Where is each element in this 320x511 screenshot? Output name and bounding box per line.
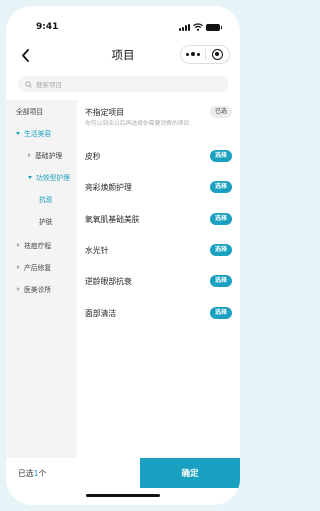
list-item[interactable]: 亮彩焕颜护理 选择 — [85, 179, 232, 195]
project-list: 不指定项目 已选 你可以到店以后再选择你需要消费的项目 皮秒 选择 亮彩焕颜护理… — [77, 100, 240, 458]
item-name: 逆龄眼部抗衰 — [85, 276, 132, 286]
select-button[interactable]: 选择 — [209, 275, 232, 287]
search-input[interactable]: 搜索项目 — [18, 76, 228, 92]
selected-suffix: 个 — [38, 469, 47, 478]
caret-right-icon — [28, 153, 31, 157]
selected-badge[interactable]: 已选 — [209, 106, 232, 118]
list-item[interactable]: 逆龄眼部抗衰 选择 — [85, 273, 232, 289]
sidebar-item-all[interactable]: 全部项目 — [6, 103, 77, 119]
wifi-icon — [193, 23, 203, 31]
item-name: 不指定项目 — [85, 107, 124, 117]
status-time: 9:41 — [36, 22, 59, 32]
target-icon — [211, 49, 223, 60]
select-button[interactable]: 选择 — [209, 213, 232, 225]
sidebar-item-label: 产后修复 — [24, 264, 52, 272]
select-button[interactable]: 选择 — [209, 307, 232, 319]
more-button[interactable] — [181, 46, 205, 63]
more-icon — [185, 52, 200, 57]
confirm-button[interactable]: 确定 — [140, 458, 240, 488]
caret-down-icon — [28, 175, 32, 179]
item-name: 水光针 — [85, 245, 109, 255]
sidebar-item-label: 生活美容 — [24, 130, 52, 138]
sidebar-item-label: 医美诊所 — [24, 286, 52, 294]
sidebar-item-clinic[interactable]: 医美诊所 — [6, 281, 77, 297]
bottom-bar: 已选1个 确定 — [6, 458, 240, 488]
list-item[interactable]: 皮秒 选择 — [85, 148, 232, 164]
caret-down-icon — [16, 131, 20, 135]
signal-icon — [179, 23, 190, 31]
list-item[interactable]: 氧氧肌基础美肤 选择 — [85, 211, 232, 227]
sidebar-item-label: 祛痘疗程 — [24, 242, 52, 250]
select-button[interactable]: 选择 — [209, 181, 232, 193]
search-icon — [25, 80, 32, 88]
item-name: 亮彩焕颜护理 — [85, 182, 132, 192]
caret-right-icon — [17, 265, 20, 269]
caret-right-icon — [17, 243, 20, 247]
sidebar-item-anti-aging[interactable]: 抗衰 — [6, 191, 77, 207]
list-item[interactable]: 面部清洁 选择 — [85, 305, 232, 321]
item-name: 面部清洁 — [85, 308, 117, 318]
list-item-unspecified[interactable]: 不指定项目 已选 — [85, 104, 232, 120]
search-placeholder: 搜索项目 — [36, 81, 62, 89]
select-button[interactable]: 选择 — [209, 244, 232, 256]
nav-bar: 项目 — [6, 40, 240, 70]
caret-right-icon — [17, 287, 20, 291]
selected-count: 已选1个 — [18, 468, 46, 479]
mini-program-capsule — [180, 45, 230, 64]
sidebar-item-label: 基础护理 — [35, 152, 63, 160]
item-name: 氧氧肌基础美肤 — [85, 214, 140, 224]
sidebar-item-label: 功效型护理 — [36, 174, 70, 182]
sidebar-item-life-beauty[interactable]: 生活美容 — [6, 125, 77, 141]
sidebar-item-label: 抗衰 — [39, 196, 53, 204]
sidebar-item-postpartum[interactable]: 产后修复 — [6, 259, 77, 275]
select-button[interactable]: 选择 — [209, 150, 232, 162]
home-indicator — [86, 494, 160, 497]
phone-screen: 9:41 项目 搜索项目 全部项目 生活美容 基础护理 功效型护理 抗衰 护肤 … — [6, 6, 240, 505]
sidebar-item-label: 护肤 — [39, 218, 53, 226]
close-capsule-button[interactable] — [206, 46, 230, 63]
sidebar-item-acne[interactable]: 祛痘疗程 — [6, 237, 77, 253]
system-icons — [179, 23, 222, 31]
selected-prefix: 已选 — [18, 469, 34, 478]
status-bar: 9:41 — [6, 6, 240, 40]
list-item[interactable]: 水光针 选择 — [85, 242, 232, 258]
sidebar-item-basic-care[interactable]: 基础护理 — [6, 147, 77, 163]
sidebar-item-functional-care[interactable]: 功效型护理 — [6, 169, 77, 185]
category-sidebar: 全部项目 生活美容 基础护理 功效型护理 抗衰 护肤 祛痘疗程 产后修复 医美诊… — [6, 100, 77, 458]
item-name: 皮秒 — [85, 151, 101, 161]
battery-icon — [206, 23, 222, 31]
sidebar-item-label: 全部项目 — [16, 108, 44, 116]
unspecified-hint: 你可以到店以后再选择你需要消费的项目 — [85, 121, 190, 127]
sidebar-item-skincare[interactable]: 护肤 — [6, 213, 77, 229]
